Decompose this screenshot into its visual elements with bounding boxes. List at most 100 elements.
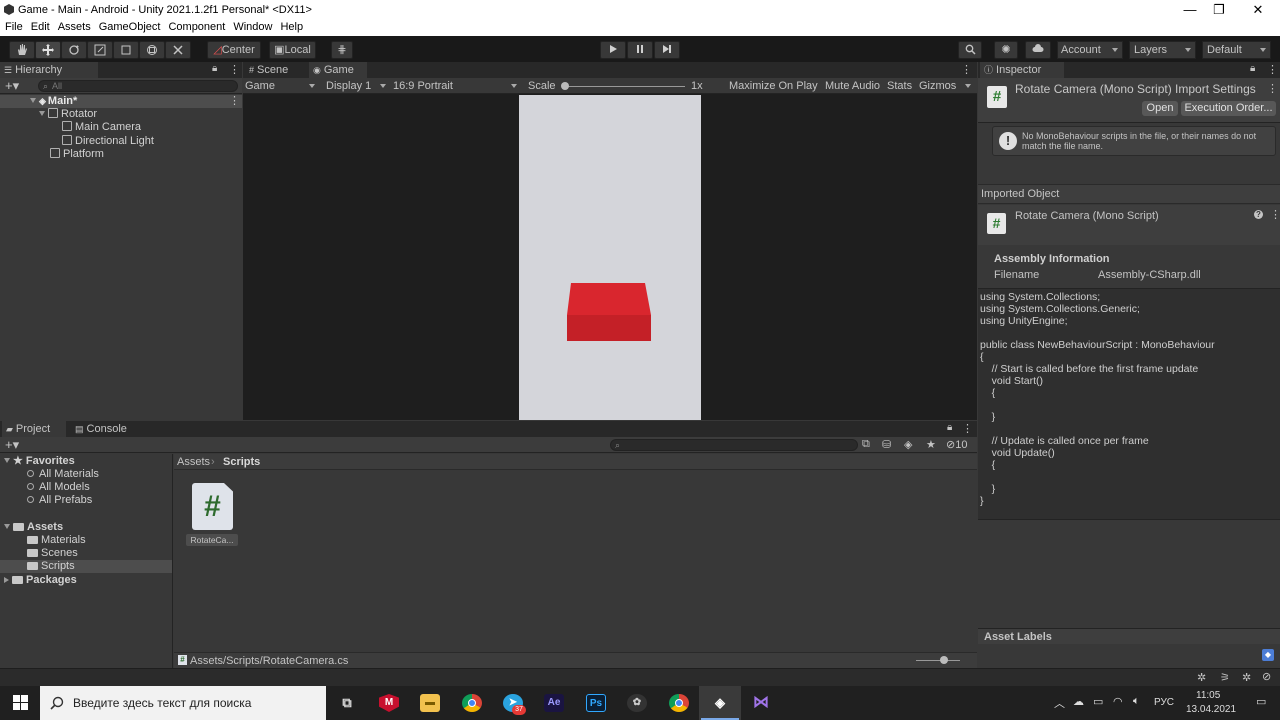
notifications-icon[interactable]: ▭ xyxy=(1256,695,1266,708)
scene-options-icon[interactable]: ⋮ xyxy=(229,95,240,108)
unity-icon[interactable]: ◈ xyxy=(710,694,730,712)
hidden-packages-icon[interactable]: ⊘10 xyxy=(946,438,967,451)
rect-tool-icon[interactable] xyxy=(113,41,139,59)
display-dropdown[interactable]: Display 1 xyxy=(326,78,390,94)
debug-icon[interactable]: ✲ xyxy=(1197,671,1206,684)
hierarchy-search-input[interactable]: ⌕ All xyxy=(38,80,238,92)
file-explorer-icon[interactable]: ▬ xyxy=(420,694,440,712)
kebab-menu-icon[interactable]: ⋮ xyxy=(1267,63,1278,76)
pivot-center-button[interactable]: ◿Center xyxy=(207,41,261,59)
hand-tool-icon[interactable] xyxy=(9,41,35,59)
scale-slider-track[interactable] xyxy=(563,86,685,87)
move-tool-icon[interactable] xyxy=(35,41,61,59)
task-view-icon[interactable]: ⧉ xyxy=(337,694,357,712)
grid-snap-icon[interactable]: ⋕ xyxy=(331,41,353,59)
aspect-dropdown[interactable]: 16:9 Portrait xyxy=(393,78,521,94)
breadcrumb-scripts[interactable]: Scripts xyxy=(223,456,260,468)
hierarchy-item-platform[interactable]: Platform xyxy=(50,148,104,161)
hierarchy-item-main-camera[interactable]: Main Camera xyxy=(62,121,141,134)
fav-all-models[interactable]: All Models xyxy=(27,481,90,494)
rotate-tool-icon[interactable] xyxy=(61,41,87,59)
mute-audio-toggle[interactable]: Mute Audio xyxy=(825,78,880,94)
mcafee-icon[interactable]: M xyxy=(379,694,399,712)
menu-gameobject[interactable]: GameObject xyxy=(95,20,165,35)
scale-tool-icon[interactable] xyxy=(87,41,113,59)
clock-date[interactable]: 13.04.2021 xyxy=(1186,704,1236,715)
chrome-icon[interactable] xyxy=(669,694,689,712)
windows-start-icon[interactable] xyxy=(13,695,28,710)
script-file-item[interactable]: # RotateCa... xyxy=(186,483,240,547)
tab-game[interactable]: ◉ Game xyxy=(309,62,367,78)
menu-component[interactable]: Component xyxy=(164,20,229,35)
lock-icon[interactable]: 🔒︎ xyxy=(947,422,952,433)
pause-button[interactable] xyxy=(627,41,653,59)
tab-project[interactable]: ▰ Project xyxy=(2,421,66,437)
gizmos-dropdown[interactable]: Gizmos xyxy=(919,78,975,94)
cloud-icon[interactable] xyxy=(1025,41,1051,59)
open-button[interactable]: Open xyxy=(1142,101,1178,116)
tab-scene[interactable]: # Scene xyxy=(245,62,307,78)
label-filter-icon[interactable]: ◈ xyxy=(904,438,912,451)
search-icon[interactable] xyxy=(958,41,982,59)
menu-assets[interactable]: Assets xyxy=(54,20,95,35)
taskbar-search-box[interactable]: Введите здесь текст для поиска xyxy=(40,686,326,720)
packages-folder[interactable]: Packages xyxy=(4,574,77,587)
menu-help[interactable]: Help xyxy=(276,20,307,35)
fav-all-prefabs[interactable]: All Prefabs xyxy=(27,494,92,507)
layers-dropdown[interactable]: Layers xyxy=(1129,41,1196,59)
account-dropdown[interactable]: Account xyxy=(1057,41,1123,59)
language-indicator[interactable]: РУС xyxy=(1154,697,1174,708)
stats-toggle[interactable]: Stats xyxy=(887,78,912,94)
hierarchy-item-directional-light[interactable]: Directional Light xyxy=(62,135,154,148)
volume-icon[interactable]: 🔈︎ xyxy=(1133,695,1140,708)
tab-console[interactable]: ▤ Console xyxy=(71,421,135,437)
folder-scripts[interactable]: Scripts xyxy=(27,560,75,573)
battery-icon[interactable]: ▭ xyxy=(1093,695,1103,708)
clock-time[interactable]: 11:05 xyxy=(1196,690,1220,701)
favorites-group[interactable]: ★ Favorites xyxy=(4,455,75,468)
icon-size-slider-thumb[interactable] xyxy=(940,656,948,664)
visual-studio-icon[interactable]: ⋈ xyxy=(751,694,771,712)
chrome-icon[interactable] xyxy=(462,694,482,712)
auto-refresh-icon[interactable]: ⊘ xyxy=(1262,670,1271,683)
lock-icon[interactable]: 🔒︎ xyxy=(1250,63,1255,74)
kebab-menu-icon[interactable]: ⋮ xyxy=(229,63,240,76)
game-viewport[interactable] xyxy=(519,95,701,420)
create-asset-icon[interactable]: +▾ xyxy=(5,437,19,452)
pivot-local-button[interactable]: ▣Local xyxy=(269,41,316,59)
davinci-resolve-icon[interactable]: ✿ xyxy=(627,694,647,712)
photoshop-icon[interactable]: Ps xyxy=(586,694,606,712)
tag-icon[interactable]: ◆ xyxy=(1262,649,1274,661)
execution-order-button[interactable]: Execution Order... xyxy=(1181,101,1276,116)
menu-file[interactable]: File xyxy=(0,20,27,35)
step-button[interactable] xyxy=(654,41,680,59)
maximize-button[interactable]: ❐ xyxy=(1201,0,1237,20)
kebab-menu-icon[interactable]: ⋮ xyxy=(1267,82,1278,95)
project-search-input[interactable]: ⌕ xyxy=(610,439,858,451)
chevron-up-icon[interactable]: ︿ xyxy=(1054,695,1065,711)
favorite-star-icon[interactable]: ★ xyxy=(926,438,936,451)
maximize-on-play-toggle[interactable]: Maximize On Play xyxy=(729,78,818,94)
kebab-menu-icon[interactable]: ⋮ xyxy=(962,422,973,435)
tab-inspector[interactable]: ⓘ Inspector xyxy=(980,62,1064,78)
scale-slider-thumb[interactable] xyxy=(561,82,569,90)
display-mode-dropdown[interactable]: Game xyxy=(245,78,319,94)
custom-tool-icon[interactable] xyxy=(165,41,191,59)
after-effects-icon[interactable]: Ae xyxy=(544,694,564,712)
filter-type-icon[interactable]: ⛁ xyxy=(882,438,891,451)
menu-window[interactable]: Window xyxy=(229,20,276,35)
help-icon[interactable]: ? xyxy=(1254,210,1263,219)
collab-icon[interactable]: ✺ xyxy=(994,41,1018,59)
close-button[interactable]: ✕ xyxy=(1240,0,1276,20)
layout-dropdown[interactable]: Default xyxy=(1202,41,1271,59)
kebab-menu-icon[interactable]: ⋮ xyxy=(1270,208,1280,221)
assets-folder[interactable]: Assets xyxy=(4,521,63,534)
folder-scenes[interactable]: Scenes xyxy=(27,547,78,560)
fav-all-materials[interactable]: All Materials xyxy=(27,468,99,481)
lock-icon[interactable]: 🔒︎ xyxy=(212,63,217,74)
hierarchy-scene-main[interactable]: ◈ Main* xyxy=(30,95,77,108)
menu-edit[interactable]: Edit xyxy=(27,20,54,35)
onedrive-icon[interactable]: ☁ xyxy=(1073,695,1084,708)
kebab-menu-icon[interactable]: ⋮ xyxy=(961,63,972,76)
transform-tool-icon[interactable] xyxy=(139,41,165,59)
